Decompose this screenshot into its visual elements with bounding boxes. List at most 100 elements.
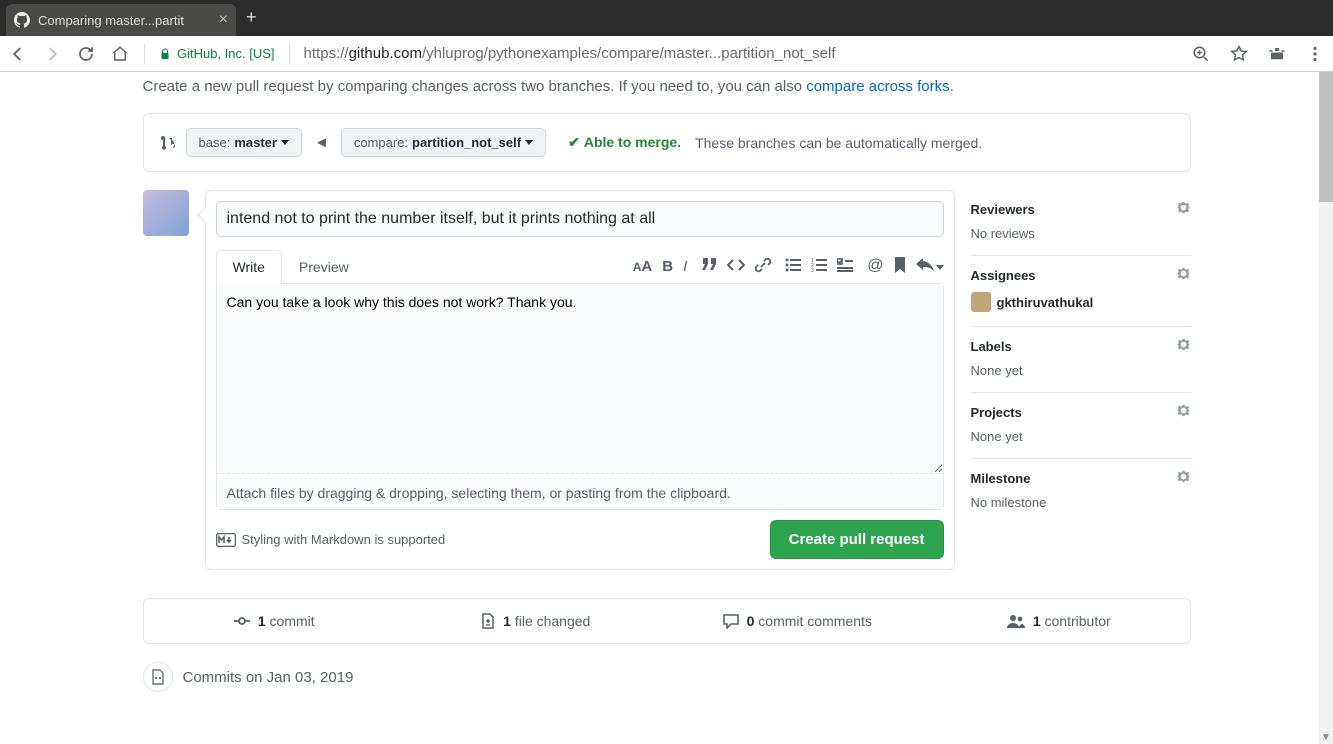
tab-close-icon[interactable]: × bbox=[219, 12, 228, 28]
link-icon[interactable] bbox=[755, 257, 771, 276]
compare-branch-selector[interactable]: compare: partition_not_self bbox=[341, 128, 546, 157]
commits-count: 1 bbox=[258, 613, 266, 629]
stat-commits[interactable]: 1 commit bbox=[144, 599, 406, 643]
scrollbar-thumb[interactable] bbox=[1319, 72, 1333, 202]
numbered-list-icon[interactable]: 123 bbox=[811, 258, 827, 275]
browser-tab[interactable]: Comparing master...partit × bbox=[6, 4, 236, 36]
bullet-list-icon[interactable] bbox=[785, 258, 801, 275]
contributors-label: contributor bbox=[1041, 613, 1111, 629]
markdown-support-link[interactable]: Styling with Markdown is supported bbox=[216, 532, 446, 547]
assignee-avatar bbox=[971, 292, 991, 312]
gear-icon[interactable] bbox=[1176, 200, 1191, 218]
projects-body: None yet bbox=[971, 429, 1191, 444]
preview-tab[interactable]: Preview bbox=[282, 249, 366, 283]
caret-down-icon bbox=[525, 140, 533, 145]
bold-icon[interactable]: B bbox=[662, 258, 673, 275]
forward-button[interactable] bbox=[42, 44, 62, 64]
pr-body-textarea[interactable] bbox=[217, 284, 943, 474]
stat-files[interactable]: 1 file changed bbox=[405, 599, 667, 643]
markdown-icon bbox=[216, 533, 236, 547]
reviewers-body: No reviews bbox=[971, 226, 1191, 241]
files-label: file changed bbox=[511, 613, 590, 629]
gear-icon[interactable] bbox=[1176, 337, 1191, 355]
assignee-name: gkthiruvathukal bbox=[997, 295, 1094, 310]
compare-intro: Create a new pull request by comparing c… bbox=[143, 78, 1191, 95]
base-prefix: base: bbox=[199, 135, 231, 150]
current-user-avatar[interactable] bbox=[143, 190, 189, 236]
labels-body: None yet bbox=[971, 363, 1191, 378]
code-icon[interactable] bbox=[727, 258, 745, 275]
new-pr-form: Write Preview AA B I bbox=[205, 190, 955, 570]
site-identity-label: GitHub, Inc. [US] bbox=[177, 46, 275, 61]
italic-icon[interactable]: I bbox=[683, 258, 687, 275]
reload-button[interactable] bbox=[76, 44, 96, 64]
contributors-count: 1 bbox=[1033, 613, 1041, 629]
git-compare-icon bbox=[160, 135, 176, 151]
base-branch-selector[interactable]: base: master bbox=[186, 128, 302, 157]
home-button[interactable] bbox=[110, 44, 130, 64]
attach-hint[interactable]: Attach files by dragging & dropping, sel… bbox=[217, 477, 943, 509]
zoom-icon[interactable] bbox=[1191, 44, 1211, 64]
compare-across-forks-link[interactable]: compare across forks bbox=[806, 78, 949, 95]
assignee-item[interactable]: gkthiruvathukal bbox=[971, 292, 1191, 312]
pr-sidebar: Reviewers No reviews Assignees gkthiruva… bbox=[971, 190, 1191, 570]
caret-down-icon bbox=[281, 140, 289, 145]
scroll-down-arrow[interactable]: ▼ bbox=[1319, 730, 1333, 744]
bookmark-star-icon[interactable] bbox=[1229, 44, 1249, 64]
commits-timeline-header: Commits on Jan 03, 2019 bbox=[143, 662, 1191, 692]
commit-badge-icon bbox=[143, 662, 173, 692]
gear-icon[interactable] bbox=[1176, 403, 1191, 421]
site-identity[interactable]: GitHub, Inc. [US] bbox=[159, 46, 275, 61]
file-diff-icon bbox=[481, 613, 495, 629]
markdown-toolbar: AA B I 123 @ bbox=[633, 257, 944, 276]
commits-label: commit bbox=[266, 613, 315, 629]
milestone-body: No milestone bbox=[971, 495, 1191, 510]
commit-icon bbox=[234, 614, 250, 628]
extensions-icon[interactable] bbox=[1267, 44, 1287, 64]
pr-title-input[interactable] bbox=[216, 201, 944, 237]
stat-comments[interactable]: 0 commit comments bbox=[667, 599, 929, 643]
toolbar-separator bbox=[144, 44, 145, 64]
period: . bbox=[950, 78, 954, 95]
compare-prefix: compare: bbox=[354, 135, 408, 150]
comments-label: commit comments bbox=[754, 613, 871, 629]
url-scheme: https:// bbox=[304, 45, 349, 62]
mention-icon[interactable]: @ bbox=[867, 257, 883, 275]
merge-status-ok: Able to merge. bbox=[568, 134, 681, 151]
people-icon bbox=[1007, 614, 1025, 628]
reply-icon[interactable] bbox=[916, 258, 944, 275]
github-favicon-icon bbox=[14, 12, 30, 28]
arrow-left-icon: ◄ bbox=[312, 134, 331, 151]
compare-intro-text: Create a new pull request by comparing c… bbox=[143, 78, 807, 95]
base-branch-name: master bbox=[234, 135, 277, 150]
browser-toolbar: GitHub, Inc. [US] https://github.com/yhl… bbox=[0, 36, 1333, 72]
projects-heading: Projects bbox=[971, 405, 1022, 420]
task-list-icon[interactable] bbox=[837, 258, 853, 275]
svg-text:3: 3 bbox=[811, 268, 814, 272]
address-bar[interactable]: https://github.com/yhluprog/pythonexampl… bbox=[304, 45, 1177, 62]
gear-icon[interactable] bbox=[1176, 266, 1191, 284]
create-pull-request-button[interactable]: Create pull request bbox=[770, 520, 944, 559]
url-domain: github.com bbox=[349, 45, 422, 62]
assignees-heading: Assignees bbox=[971, 268, 1036, 283]
write-tab[interactable]: Write bbox=[216, 250, 282, 284]
browser-tab-title: Comparing master...partit bbox=[38, 13, 211, 28]
reviewers-heading: Reviewers bbox=[971, 202, 1035, 217]
back-button[interactable] bbox=[8, 44, 28, 64]
vertical-scrollbar[interactable]: ▼ bbox=[1319, 72, 1333, 744]
gear-icon[interactable] bbox=[1176, 469, 1191, 487]
commits-date-label: Commits on Jan 03, 2019 bbox=[183, 669, 354, 686]
comment-icon bbox=[723, 614, 739, 629]
lock-icon bbox=[159, 48, 171, 60]
files-count: 1 bbox=[503, 613, 511, 629]
saved-reply-icon[interactable] bbox=[894, 257, 906, 276]
browser-menu-icon[interactable] bbox=[1305, 44, 1325, 64]
markdown-support-label: Styling with Markdown is supported bbox=[242, 532, 446, 547]
stat-contributors[interactable]: 1 contributor bbox=[928, 599, 1190, 643]
browser-tab-strip: Comparing master...partit × + bbox=[0, 0, 1333, 36]
heading-icon[interactable]: AA bbox=[633, 258, 653, 275]
quote-icon[interactable] bbox=[701, 258, 717, 275]
new-tab-button[interactable]: + bbox=[246, 7, 257, 30]
labels-heading: Labels bbox=[971, 339, 1012, 354]
merge-status-note: These branches can be automatically merg… bbox=[695, 135, 982, 151]
